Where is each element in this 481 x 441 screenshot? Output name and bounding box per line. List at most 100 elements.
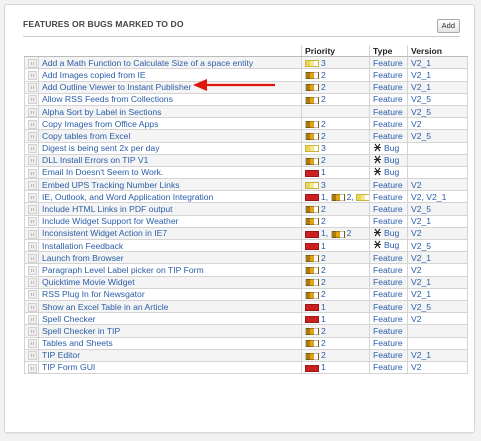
table-row[interactable]: Inconsistent Widget Action in IE7 1, 2 Bug… [24,226,468,241]
table-row[interactable]: TIP Form GUI 1 Feature V2 [24,360,468,375]
type-cell[interactable]: Feature [369,336,408,350]
table-row[interactable]: Copy Images from Office Apps 2 Feature V2 [24,117,468,131]
drag-handle[interactable] [24,153,39,167]
table-row[interactable]: RSS Plug In for Newsgator 2 Feature V2_1 [24,287,468,301]
drag-handle[interactable] [24,80,39,94]
type-cell[interactable]: Feature [369,117,408,131]
type-cell[interactable]: Feature [369,178,408,192]
item-title-link[interactable]: Paragraph Level Label picker on TIP Form [38,263,302,277]
item-title-link[interactable]: Add Images copied from IE [38,68,302,82]
table-row[interactable]: Embed UPS Tracking Number Links 3 Feature V… [24,178,468,192]
item-title-link[interactable]: Spell Checker [38,312,302,326]
drag-handle[interactable] [24,348,39,362]
type-cell[interactable]: Feature [369,360,408,375]
version-cell[interactable]: V2 [407,226,468,241]
type-cell[interactable]: Feature [369,251,408,265]
type-cell[interactable]: Feature [369,214,408,228]
item-title-link[interactable]: Alpha Sort by Label in Sections [38,104,302,119]
version-cell[interactable]: V2_5 [407,104,468,119]
item-title-link[interactable]: Add Outline Viewer to Instant Publisher [38,80,302,94]
type-cell[interactable]: Bug [369,153,408,167]
drag-handle[interactable] [24,104,39,119]
table-row[interactable]: IE, Outlook, and Word Application Integr… [24,190,468,204]
table-row[interactable]: Show an Excel Table in an Article 1 Featur… [24,299,468,314]
item-title-link[interactable]: Allow RSS Feeds from Collections [38,92,302,106]
drag-handle[interactable] [24,56,39,70]
version-cell[interactable]: V2_5 [407,129,468,143]
version-cell[interactable]: V2_1 [407,214,468,228]
version-cell[interactable]: V2_1 [407,275,468,289]
item-title-link[interactable]: Include Widget Support for Weather [38,214,302,228]
header-version[interactable]: Version [407,45,468,58]
table-row[interactable]: Include HTML Links in PDF output 2 Feature… [24,202,468,216]
table-row[interactable]: Include Widget Support for Weather 2 Featu… [24,214,468,228]
item-title-link[interactable]: Include HTML Links in PDF output [38,202,302,216]
table-row[interactable]: Add a Math Function to Calculate Size of… [24,56,468,70]
type-cell[interactable]: Feature [369,80,408,94]
item-title-link[interactable]: Embed UPS Tracking Number Links [38,178,302,192]
drag-handle[interactable] [24,214,39,228]
item-title-link[interactable]: TIP Form GUI [38,360,302,375]
drag-handle[interactable] [24,299,39,314]
drag-handle[interactable] [24,312,39,326]
type-cell[interactable]: Bug [369,141,408,155]
table-row[interactable]: Spell Checker 1 Feature V2 [24,312,468,326]
table-row[interactable]: Email In Doesn't Seem to Work. 1 Bug [24,165,468,180]
item-title-link[interactable]: Tables and Sheets [38,336,302,350]
drag-handle[interactable] [24,275,39,289]
item-title-link[interactable]: Copy tables from Excel [38,129,302,143]
table-row[interactable]: Allow RSS Feeds from Collections 2 Feature… [24,92,468,106]
version-cell[interactable]: V2, V2_1 [407,190,468,204]
type-cell[interactable]: Feature [369,299,408,314]
drag-handle[interactable] [24,336,39,350]
version-cell[interactable] [407,141,468,155]
item-title-link[interactable]: Installation Feedback [38,238,302,253]
version-cell[interactable]: V2_1 [407,68,468,82]
version-cell[interactable]: V2_1 [407,348,468,362]
header-priority[interactable]: Priority [301,45,370,58]
type-cell[interactable]: Bug [369,226,408,241]
item-title-link[interactable]: Launch from Browser [38,251,302,265]
table-row[interactable]: Copy tables from Excel 2 Feature V2_5 [24,129,468,143]
drag-handle[interactable] [24,190,39,204]
item-title-link[interactable]: RSS Plug In for Newsgator [38,287,302,301]
drag-handle[interactable] [24,287,39,301]
version-cell[interactable]: V2 [407,360,468,375]
type-cell[interactable]: Feature [369,104,408,119]
type-cell[interactable]: Feature [369,324,408,338]
version-cell[interactable] [407,165,468,180]
version-cell[interactable]: V2 [407,312,468,326]
add-button[interactable]: Add [436,19,460,33]
drag-handle[interactable] [24,263,39,277]
type-cell[interactable]: Feature [369,287,408,301]
item-title-link[interactable]: Spell Checker in TIP [38,324,302,338]
table-row[interactable]: TIP Editor 2 Feature V2_1 [24,348,468,362]
item-title-link[interactable]: Digest is being sent 2x per day [38,141,302,155]
header-type[interactable]: Type [369,45,408,58]
type-cell[interactable]: Feature [369,129,408,143]
item-title-link[interactable]: Show an Excel Table in an Article [38,299,302,314]
table-row[interactable]: Add Outline Viewer to Instant Publisher 2… [24,80,468,94]
item-title-link[interactable]: Add a Math Function to Calculate Size of… [38,56,302,70]
drag-handle[interactable] [24,165,39,180]
table-row[interactable]: Quicktime Movie Widget 2 Feature V2_1 [24,275,468,289]
item-title-link[interactable]: DLL Install Errors on TIP V1 [38,153,302,167]
version-cell[interactable]: V2_5 [407,299,468,314]
type-cell[interactable]: Feature [369,202,408,216]
table-row[interactable]: DLL Install Errors on TIP V1 2 Bug [24,153,468,167]
type-cell[interactable]: Feature [369,92,408,106]
table-row[interactable]: Tables and Sheets 2 Feature [24,336,468,350]
type-cell[interactable]: Feature [369,56,408,70]
version-cell[interactable]: V2_1 [407,56,468,70]
item-title-link[interactable]: Email In Doesn't Seem to Work. [38,165,302,180]
table-row[interactable]: Launch from Browser 2 Feature V2_1 [24,251,468,265]
type-cell[interactable]: Feature [369,348,408,362]
version-cell[interactable]: V2_5 [407,202,468,216]
drag-handle[interactable] [24,129,39,143]
type-cell[interactable]: Feature [369,275,408,289]
version-cell[interactable]: V2 [407,178,468,192]
item-title-link[interactable]: TIP Editor [38,348,302,362]
version-cell[interactable]: V2_1 [407,80,468,94]
type-cell[interactable]: Bug [369,165,408,180]
drag-handle[interactable] [24,178,39,192]
